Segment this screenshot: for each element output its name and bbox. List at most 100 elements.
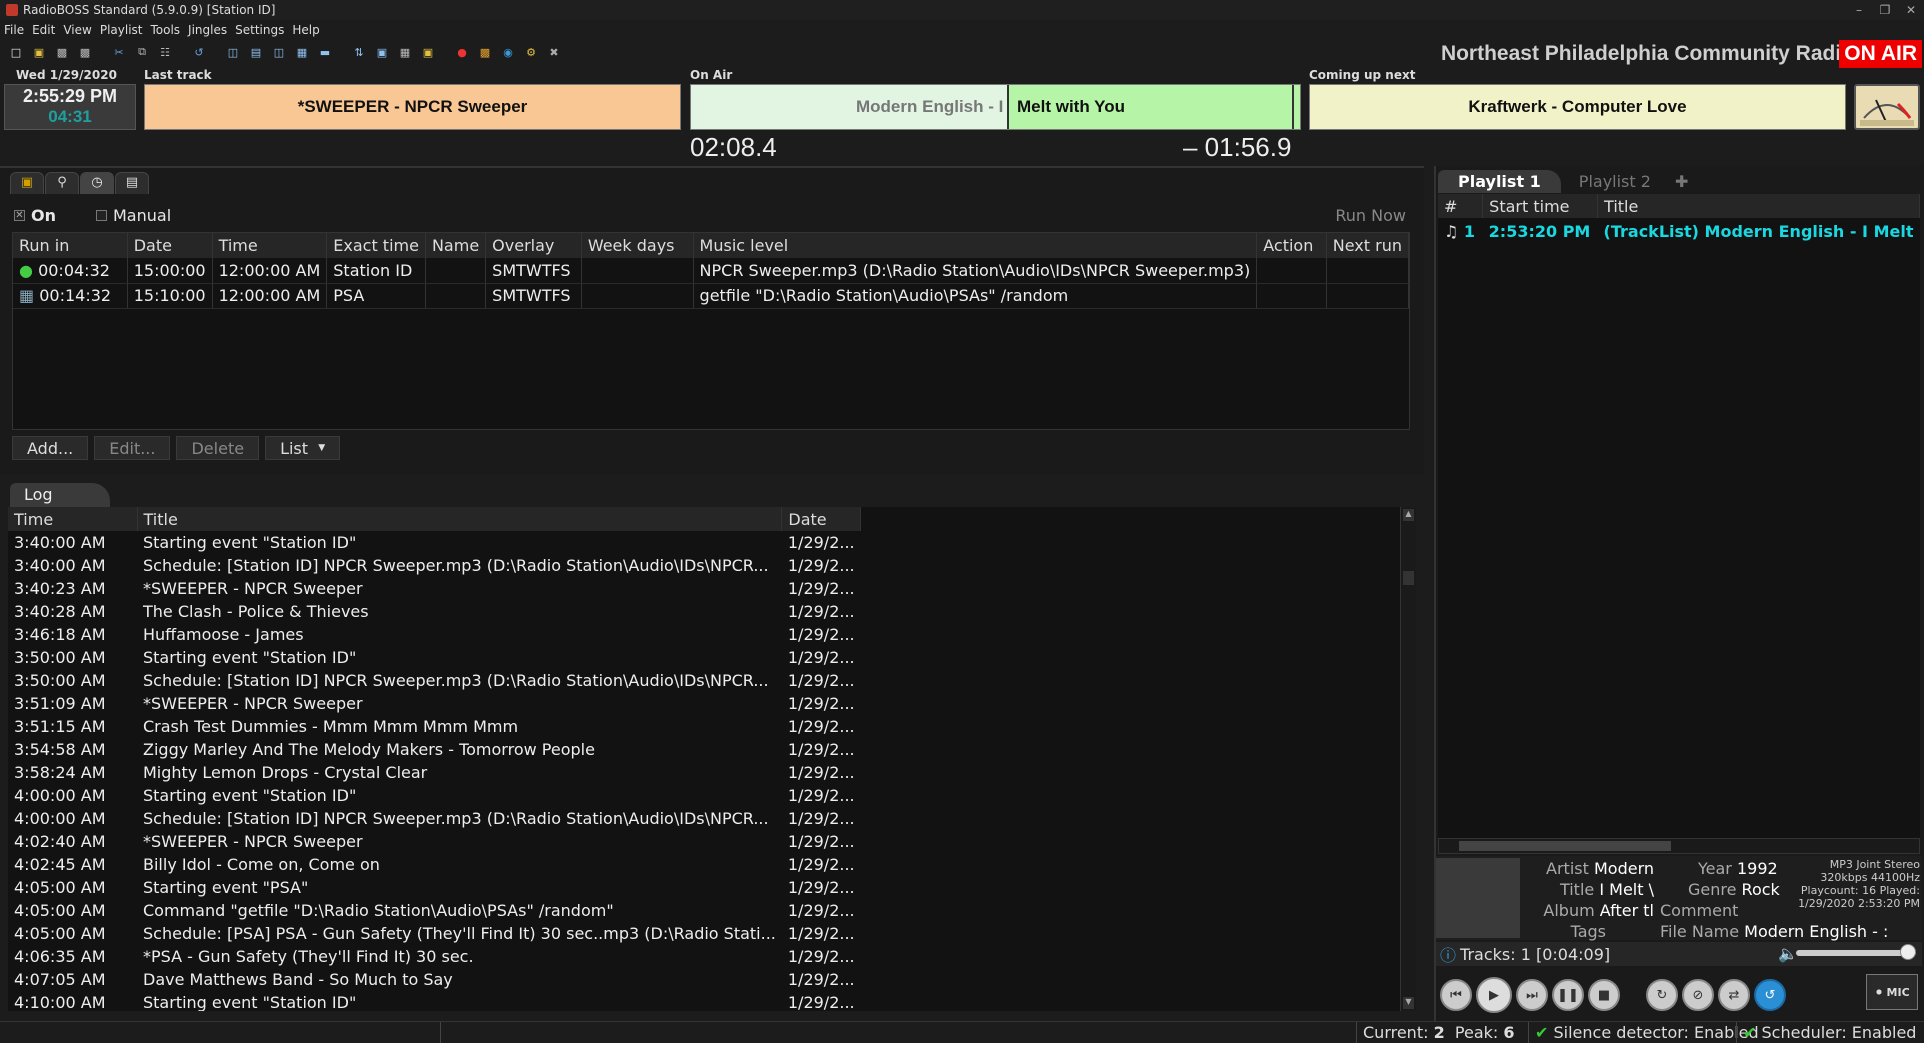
rewind-icon[interactable]: ⏮ (1440, 979, 1472, 1011)
log-row[interactable]: 4:00:00 AM Starting event "Station ID" 1/2… (8, 784, 861, 807)
pause-icon[interactable]: ❚❚ (1552, 979, 1584, 1011)
log-row[interactable]: 3:51:15 AM Crash Test Dummies - Mmm Mmm M… (8, 715, 861, 738)
folder-icon[interactable]: ▣ (418, 42, 438, 62)
menu-tools[interactable]: Tools (146, 20, 184, 40)
scroll-thumb[interactable] (1403, 571, 1414, 585)
log-row[interactable]: 3:40:23 AM *SWEEPER - NPCR Sweeper 1/29/2.… (8, 577, 861, 600)
scroll-down-icon[interactable]: ▼ (1403, 997, 1414, 1009)
run-now-button[interactable]: Run Now (1310, 202, 1410, 228)
clock-tab-icon[interactable]: ◷ (80, 172, 114, 194)
col-week-days[interactable]: Week days (581, 233, 694, 258)
globe-icon[interactable]: ◉ (498, 42, 518, 62)
settings-gear-icon[interactable]: ⚙ (521, 42, 541, 62)
add-tracks-icon[interactable]: ⇅ (349, 42, 369, 62)
cut-icon[interactable]: ✂ (109, 42, 129, 62)
col-title[interactable]: Title (1597, 194, 1920, 218)
layout-5-icon[interactable]: ▬ (315, 42, 335, 62)
layout-4-icon[interactable]: ▦ (292, 42, 312, 62)
next-track[interactable]: Kraftwerk - Computer Love (1309, 84, 1846, 130)
new-file-icon[interactable]: □ (6, 42, 26, 62)
menu-file[interactable]: File (0, 20, 28, 40)
minimize-icon[interactable]: – (1846, 0, 1872, 20)
table-row[interactable]: ▦ 00:14:32 15:10:00 12:00:00 AM PSA SMTW… (13, 283, 1410, 309)
add-button[interactable]: Add... (12, 436, 89, 460)
log-row[interactable]: 4:05:00 AM Starting event "PSA" 1/29/2... (8, 876, 861, 899)
playlist-hscrollbar[interactable] (1438, 838, 1920, 854)
delete-button[interactable]: Delete (176, 436, 260, 460)
on-checkbox[interactable]: ✕ (14, 210, 25, 221)
col-next-run[interactable]: Next run (1326, 233, 1410, 258)
col-name[interactable]: Name (425, 233, 487, 258)
col-run-in[interactable]: Run in (13, 233, 128, 258)
log-scrollbar[interactable]: ▲ ▼ (1400, 507, 1416, 1011)
vu-meter-icon[interactable] (1854, 84, 1920, 130)
open-folder-icon[interactable]: ▣ (29, 42, 49, 62)
col-music-level[interactable]: Music level (693, 233, 1258, 258)
fast-forward-icon[interactable]: ⏭ (1516, 979, 1548, 1011)
shuffle-icon[interactable]: ⇄ (1718, 979, 1750, 1011)
layout-2-icon[interactable]: ▤ (246, 42, 266, 62)
playlist-row[interactable]: ♫ 1 2:53:20 PM (TrackList) Modern Englis… (1438, 218, 1920, 244)
loop-icon[interactable]: ↺ (1754, 979, 1786, 1011)
col-date[interactable]: Date (781, 507, 862, 531)
restore-icon[interactable]: ❐ (1872, 0, 1898, 20)
log-row[interactable]: 3:51:09 AM *SWEEPER - NPCR Sweeper 1/29/2.… (8, 692, 861, 715)
log-row[interactable]: 4:00:00 AM Schedule: [Station ID] NPCR Sw… (8, 807, 861, 830)
search-tab-icon[interactable]: ⚲ (45, 172, 79, 194)
log-row[interactable]: 3:40:00 AM Starting event "Station ID" 1/2… (8, 531, 861, 554)
log-row[interactable]: 4:10:00 AM Starting event "Station ID" 1/2… (8, 991, 861, 1011)
menu-settings[interactable]: Settings (231, 20, 288, 40)
col-start-time[interactable]: Start time (1482, 194, 1599, 218)
menu-help[interactable]: Help (288, 20, 323, 40)
stop-icon[interactable]: ■ (1588, 979, 1620, 1011)
scroll-up-icon[interactable]: ▲ (1403, 509, 1414, 521)
log-row[interactable]: 4:05:00 AM Command "getfile "D:\Radio Sta… (8, 899, 861, 922)
tab-playlist-1[interactable]: Playlist 1 (1438, 170, 1561, 193)
log-row[interactable]: 3:40:00 AM Schedule: [Station ID] NPCR Sw… (8, 554, 861, 577)
manual-checkbox[interactable] (96, 210, 107, 221)
silence-detector-status[interactable]: ✔ Silence detector: Enabled (1528, 1022, 1759, 1043)
volume-thumb[interactable] (1900, 944, 1916, 960)
log-row[interactable]: 3:54:58 AM Ziggy Marley And The Melody Ma… (8, 738, 861, 761)
col-date[interactable]: Date (127, 233, 213, 258)
calendar-icon[interactable]: ▦ (395, 42, 415, 62)
log-row[interactable]: 3:50:00 AM Schedule: [Station ID] NPCR Sw… (8, 669, 861, 692)
col-action[interactable]: Action (1256, 233, 1327, 258)
col-time[interactable]: Time (8, 507, 138, 531)
add-playlist-icon[interactable]: ✚ (1669, 170, 1694, 193)
tab-log[interactable]: Log (10, 483, 110, 507)
repeat-icon[interactable]: ↻ (1646, 979, 1678, 1011)
menu-edit[interactable]: Edit (28, 20, 59, 40)
menu-playlist[interactable]: Playlist (96, 20, 147, 40)
log-row[interactable]: 4:06:35 AM *PSA - Gun Safety (They'll Fin… (8, 945, 861, 968)
close-icon[interactable]: ✕ (1898, 0, 1924, 20)
log-row[interactable]: 4:07:05 AM Dave Matthews Band - So Much t… (8, 968, 861, 991)
scroll-thumb[interactable] (1459, 841, 1671, 851)
col-title[interactable]: Title (137, 507, 783, 531)
layout-3-icon[interactable]: ◫ (269, 42, 289, 62)
log-row[interactable]: 3:50:00 AM Starting event "Station ID" 1/2… (8, 646, 861, 669)
log-row[interactable]: 4:02:45 AM Billy Idol - Come on, Come on 1… (8, 853, 861, 876)
play-icon[interactable]: ▶ (1476, 977, 1512, 1013)
table-row[interactable]: ● 00:04:32 15:00:00 12:00:00 AM Station … (13, 258, 1410, 284)
list-tab-icon[interactable]: ▤ (115, 172, 149, 194)
statistics-icon[interactable]: ▩ (475, 42, 495, 62)
log-row[interactable]: 4:02:40 AM *SWEEPER - NPCR Sweeper 1/29/2.… (8, 830, 861, 853)
layout-1-icon[interactable]: ◫ (223, 42, 243, 62)
volume-slider[interactable] (1796, 950, 1916, 956)
save-icon[interactable]: ▩ (52, 42, 72, 62)
last-track[interactable]: *SWEEPER - NPCR Sweeper (144, 84, 681, 130)
disable-icon[interactable]: ⊘ (1682, 979, 1714, 1011)
save-as-icon[interactable]: ▩ (75, 42, 95, 62)
edit-button[interactable]: Edit... (94, 436, 171, 460)
log-row[interactable]: 4:05:00 AM Schedule: [PSA] PSA - Gun Safe… (8, 922, 861, 945)
log-row[interactable]: 3:40:28 AM The Clash - Police & Thieves 1/… (8, 600, 861, 623)
log-row[interactable]: 3:58:24 AM Mighty Lemon Drops - Crystal C… (8, 761, 861, 784)
col-exact-time[interactable]: Exact time (326, 233, 426, 258)
record-icon[interactable]: ● (452, 42, 472, 62)
scheduler-status[interactable]: ✔ Scheduler: Enabled (1736, 1022, 1916, 1043)
paste-icon[interactable]: ☷ (155, 42, 175, 62)
col-overlay[interactable]: Overlay (485, 233, 582, 258)
tools-icon[interactable]: ✖ (544, 42, 564, 62)
menu-view[interactable]: View (59, 20, 95, 40)
